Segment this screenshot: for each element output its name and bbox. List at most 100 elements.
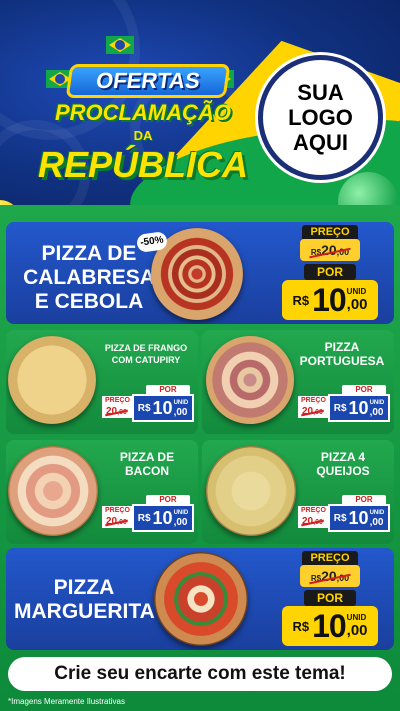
product-name-line: COM CATUPIRY <box>111 355 181 365</box>
old-price-dec: ,00 <box>336 573 350 583</box>
old-price-dec: ,00 <box>313 519 323 526</box>
old-price: 20,00 <box>102 515 132 528</box>
old-price-int: 20 <box>106 406 118 417</box>
price-dec-box: UNID ,00 <box>347 287 368 313</box>
new-price: R$ 10 UNID ,00 <box>132 504 194 532</box>
product-name-line: BACON <box>125 464 169 478</box>
product-name-line: PIZZA <box>324 340 360 354</box>
price-currency: R$ <box>333 512 347 524</box>
old-price-int: 20 <box>106 516 118 527</box>
product-name: PIZZA 4 QUEIJOS <box>298 450 388 478</box>
pizza-image-frango <box>8 336 96 424</box>
product-name-line: PIZZA DE <box>119 450 175 464</box>
price-dec: ,00 <box>173 517 188 528</box>
old-price-strike: 20,00 <box>106 405 127 419</box>
product-card-4-queijos[interactable]: PIZZA 4 QUEIJOS POR PREÇO 20,00 R$ 10 UN… <box>202 440 394 544</box>
old-price-dec: ,00 <box>336 247 350 257</box>
preco-label: PREÇO <box>302 225 358 239</box>
logo-text-line: LOGO <box>288 105 353 130</box>
product-name-line: PIZZA DE FRANGO <box>104 343 188 353</box>
old-price: R$20,00 <box>300 239 360 261</box>
old-price-dec: ,00 <box>117 519 127 526</box>
price-currency: R$ <box>333 402 347 414</box>
price-dec: ,00 <box>346 296 368 313</box>
price-dec-box: UNID ,00 <box>369 509 385 528</box>
new-price: R$ 10 UNID ,00 <box>282 280 378 320</box>
product-name-line: PORTUGUESA <box>299 354 385 368</box>
old-price-int: 20 <box>302 516 314 527</box>
price-currency: R$ <box>292 618 310 634</box>
featured-card-marguerita[interactable]: PIZZA MARGUERITA PREÇO R$20,00 POR R$ 10… <box>6 548 394 650</box>
price-dec-box: UNID ,00 <box>173 509 189 528</box>
product-name: PIZZA DE CALABRESA E CEBOLA <box>14 242 164 314</box>
cta-banner[interactable]: Crie seu encarte com este tema! <box>8 657 392 691</box>
old-price-strike: R$20,00 <box>311 565 349 590</box>
price-dec-box: UNID ,00 <box>347 613 368 639</box>
product-name-line: PIZZA <box>53 576 115 599</box>
title-republica: REPÚBLICA <box>38 144 249 185</box>
product-card-bacon[interactable]: PIZZA DE BACON POR PREÇO 20,00 R$ 10 UNI… <box>6 440 198 544</box>
disclaimer-text: *Imagens Meramente Ilustrativas <box>8 697 125 706</box>
new-price: R$ 10 UNID ,00 <box>132 394 194 422</box>
logo-text-line: AQUI <box>293 130 348 155</box>
preco-label: PREÇO <box>102 396 132 405</box>
old-price-strike: 20,00 <box>302 515 323 529</box>
pizza-image-bacon <box>8 446 98 536</box>
logo-placeholder[interactable]: SUA LOGO AQUI <box>258 55 383 180</box>
product-name: PIZZA MARGUERITA <box>14 576 155 624</box>
por-label: POR <box>304 264 356 280</box>
old-price-dec: ,00 <box>117 409 127 416</box>
price-dec: ,00 <box>369 517 384 528</box>
old-price: 20,00 <box>298 405 328 418</box>
preco-label: PREÇO <box>102 506 132 515</box>
product-name: PIZZA PORTUGUESA <box>296 340 388 368</box>
price-dec: ,00 <box>173 407 188 418</box>
old-currency: R$ <box>310 574 322 583</box>
old-price-strike: R$20,00 <box>311 239 349 264</box>
price-int: 10 <box>152 507 173 528</box>
price-int: 10 <box>152 397 173 418</box>
price-dec: ,00 <box>346 622 368 639</box>
product-card-frango[interactable]: PIZZA DE FRANGO COM CATUPIRY POR PREÇO 2… <box>6 330 198 434</box>
new-price: R$ 10 UNID ,00 <box>282 606 378 646</box>
price-int: 10 <box>348 397 369 418</box>
old-price: 20,00 <box>298 515 328 528</box>
old-price-int: 20 <box>321 242 337 258</box>
title-proclamacao: PROCLAMAÇÃO <box>55 100 231 125</box>
old-price: 20,00 <box>102 405 132 418</box>
product-name-line: MARGUERITA <box>14 600 155 623</box>
price-currency: R$ <box>137 512 151 524</box>
featured-card-calabresa[interactable]: PIZZA DE CALABRESA E CEBOLA PREÇO R$20,0… <box>6 222 394 324</box>
title-ofertas: OFERTAS <box>65 64 231 98</box>
old-price: R$20,00 <box>300 565 360 587</box>
product-card-portuguesa[interactable]: PIZZA PORTUGUESA POR PREÇO 20,00 R$ 10 U… <box>202 330 394 434</box>
preco-label: PREÇO <box>298 396 328 405</box>
price-unit: UNID <box>346 613 367 622</box>
price-int: 10 <box>312 281 347 318</box>
old-price-strike: 20,00 <box>302 405 323 419</box>
product-name-line: QUEIJOS <box>316 464 370 478</box>
old-price-dec: ,00 <box>313 409 323 416</box>
header-banner: OFERTAS PROCLAMAÇÃO DA REPÚBLICA SUA LOG… <box>0 0 400 215</box>
price-currency: R$ <box>292 292 310 308</box>
old-price-int: 20 <box>302 406 314 417</box>
price-dec-box: UNID ,00 <box>369 399 385 418</box>
price-int: 10 <box>348 507 369 528</box>
price-int: 10 <box>312 607 347 644</box>
pizza-image-portuguesa <box>206 336 294 424</box>
preco-label: PREÇO <box>298 506 328 515</box>
flyer-page: OFERTAS PROCLAMAÇÃO DA REPÚBLICA SUA LOG… <box>0 0 400 711</box>
old-currency: R$ <box>310 248 322 257</box>
product-name-line: PIZZA 4 <box>320 450 366 464</box>
new-price: R$ 10 UNID ,00 <box>328 504 390 532</box>
logo-text-line: SUA <box>297 80 344 105</box>
product-name: PIZZA DE BACON <box>102 450 192 478</box>
brazil-flag-icon <box>106 36 134 54</box>
title-block: OFERTAS PROCLAMAÇÃO DA REPÚBLICA <box>38 36 248 205</box>
new-price: R$ 10 UNID ,00 <box>328 394 390 422</box>
product-name: PIZZA DE FRANGO COM CATUPIRY <box>98 342 194 366</box>
price-dec: ,00 <box>369 407 384 418</box>
pizza-image-marguerita <box>154 552 248 646</box>
old-price-strike: 20,00 <box>106 515 127 529</box>
product-name-line: CALABRESA <box>23 266 155 289</box>
